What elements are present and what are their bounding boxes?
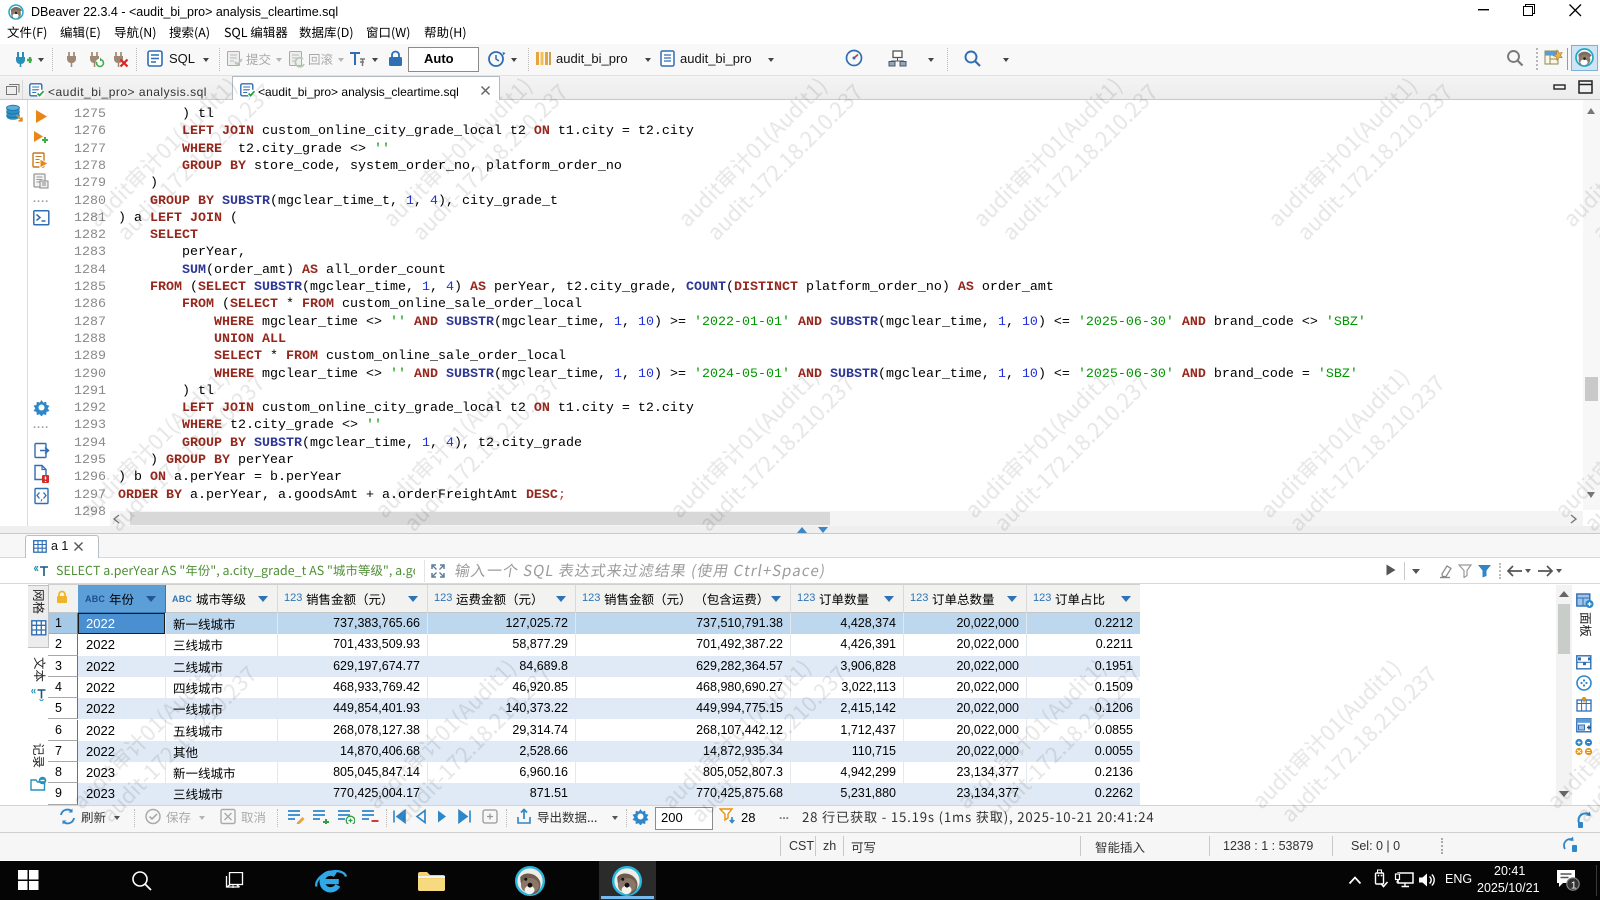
svg-text:1: 1	[1571, 879, 1577, 891]
